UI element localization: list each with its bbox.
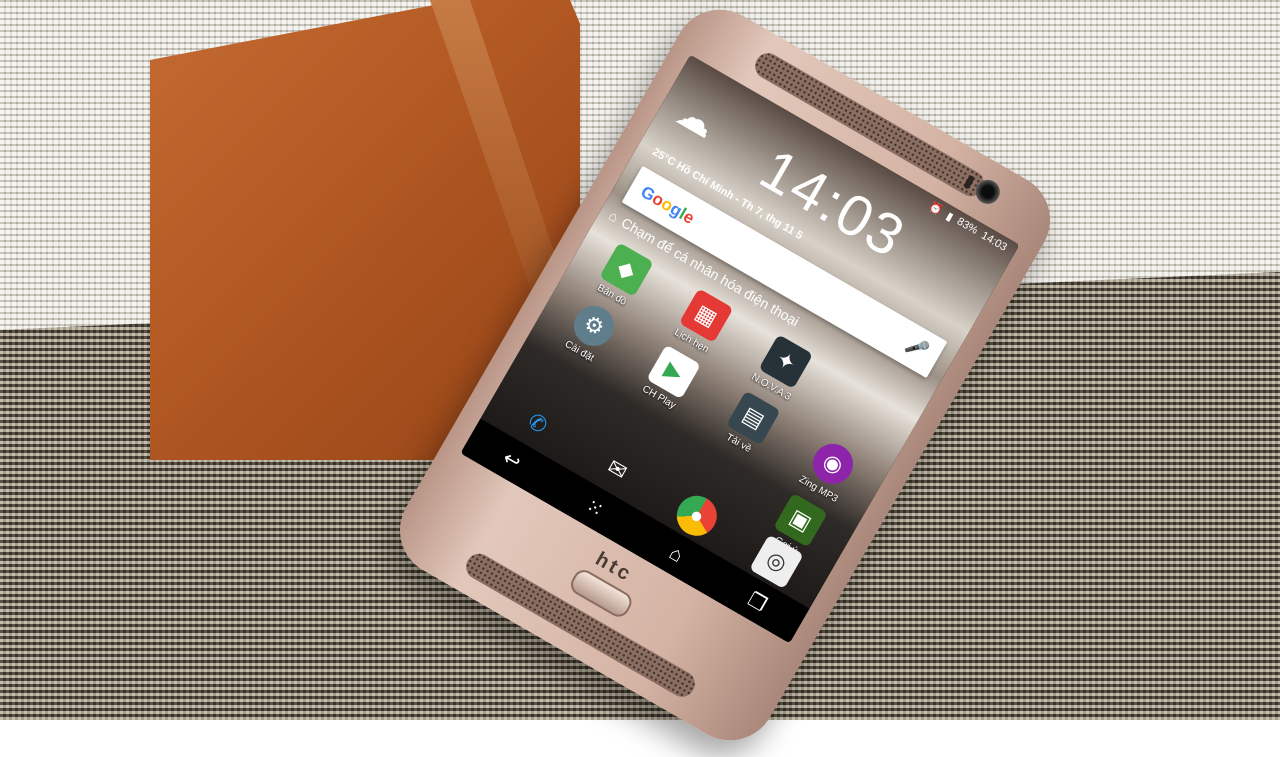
back-icon[interactable]: ↩	[498, 445, 525, 475]
recents-icon[interactable]: ❐	[743, 586, 771, 617]
mic-icon[interactable]: 🎤	[902, 333, 932, 362]
app-drawer-icon[interactable]: ⁙	[581, 493, 608, 523]
home-icon[interactable]: ⌂	[665, 542, 687, 568]
battery-icon: ▮	[943, 210, 956, 224]
